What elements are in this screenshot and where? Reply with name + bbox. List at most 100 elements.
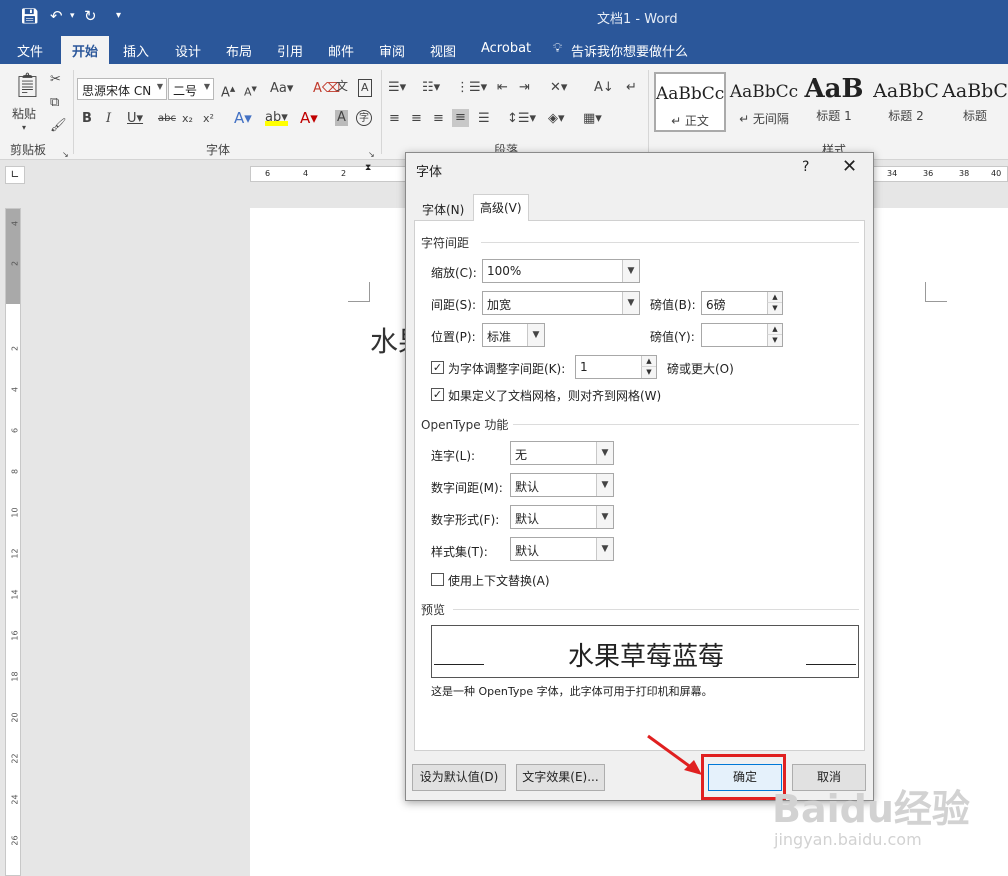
character-shading-icon[interactable]: A <box>335 110 348 126</box>
decrease-indent-icon[interactable]: ⇤ <box>497 80 508 96</box>
chevron-down-icon: ▼ <box>622 292 639 314</box>
spin-down-icon[interactable]: ▼ <box>767 303 782 314</box>
underline-icon[interactable]: U▾ <box>127 111 143 127</box>
bold-icon[interactable]: B <box>82 111 92 127</box>
undo-icon[interactable]: ↶ <box>50 7 63 25</box>
tab-mailings[interactable]: 邮件 <box>328 41 354 60</box>
ruler-tick: 6 <box>265 169 271 178</box>
tab-view[interactable]: 视图 <box>430 41 456 60</box>
justify-icon[interactable]: ≡ <box>452 109 469 127</box>
align-right-icon[interactable]: ≡ <box>433 111 444 127</box>
tell-me-search[interactable]: 告诉我你想要做什么 <box>571 41 688 60</box>
position-by-spinner[interactable]: ▲ ▼ <box>701 323 783 347</box>
help-button[interactable]: ? <box>802 159 809 175</box>
kerning-spinner[interactable]: 1 ▲ ▼ <box>575 355 657 379</box>
kerning-checkbox[interactable]: ✓ <box>431 361 444 374</box>
spacing-combo[interactable]: 加宽 ▼ <box>482 291 640 315</box>
undo-dropdown-icon[interactable]: ▾ <box>70 11 75 21</box>
spin-up-icon[interactable]: ▲ <box>641 356 656 367</box>
tab-acrobat[interactable]: Acrobat <box>481 41 531 56</box>
title-bar: 💾︎ ↶ ▾ ↻ ▾ 文档1 - Word <box>0 0 1008 34</box>
tab-review[interactable]: 审阅 <box>379 41 405 60</box>
ruler-tick: 14 <box>10 589 20 600</box>
contextual-alternates-checkbox[interactable] <box>431 573 444 586</box>
paste-icon[interactable]: 📋︎ <box>12 72 42 98</box>
tab-file[interactable]: 文件 <box>17 41 43 60</box>
increase-indent-icon[interactable]: ⇥ <box>519 80 530 96</box>
spin-up-icon[interactable]: ▲ <box>767 324 782 335</box>
style-heading-1[interactable]: AaB 标题 1 <box>798 72 870 132</box>
italic-icon[interactable]: I <box>106 111 111 127</box>
stylistic-sets-combo[interactable]: 默认 ▼ <box>510 537 614 561</box>
advanced-panel: 字符间距 缩放(C): 100% ▼ 间距(S): 加宽 ▼ 磅值(B): 6磅 ▲ ▼… <box>414 220 865 751</box>
text-effects-icon[interactable]: A▾ <box>234 110 252 126</box>
tab-design[interactable]: 设计 <box>175 41 201 60</box>
stylistic-sets-value: 默认 <box>515 544 540 558</box>
number-forms-combo[interactable]: 默认 ▼ <box>510 505 614 529</box>
enclose-characters-icon[interactable]: 字 <box>356 110 372 126</box>
vertical-ruler[interactable]: 4 2 2 4 6 8 10 12 14 16 18 20 22 24 26 <box>5 208 21 876</box>
grow-font-icon[interactable]: A▲ <box>221 81 235 101</box>
scale-combo[interactable]: 100% ▼ <box>482 259 640 283</box>
font-launcher-icon[interactable]: ↘ <box>368 147 375 163</box>
borders-icon[interactable]: ▦▾ <box>583 111 602 127</box>
cut-icon[interactable]: ✂ <box>50 72 61 88</box>
copy-icon[interactable]: ⧉ <box>50 95 59 111</box>
shrink-font-icon[interactable]: A▼ <box>244 81 257 101</box>
preview-text: 水果草莓蓝莓 <box>567 642 724 672</box>
highlight-icon[interactable]: ab▾ <box>265 110 288 126</box>
snap-to-grid-checkbox[interactable]: ✓ <box>431 388 444 401</box>
show-marks-icon[interactable]: ↵ <box>626 80 637 96</box>
sort-icon[interactable]: A↓ <box>594 80 614 96</box>
customize-quick-access-icon[interactable]: ▾ <box>116 10 121 21</box>
strikethrough-icon[interactable]: abc <box>158 111 176 127</box>
character-border-icon[interactable]: A <box>358 79 372 97</box>
save-icon[interactable]: 💾︎ <box>20 7 39 25</box>
tab-insert[interactable]: 插入 <box>123 41 149 60</box>
text-effects-button[interactable]: 文字效果(E)... <box>516 764 605 791</box>
tab-font[interactable]: 字体(N) <box>416 197 470 221</box>
spin-down-icon[interactable]: ▼ <box>767 335 782 346</box>
indent-marker-icon[interactable]: ⧗ <box>365 163 371 173</box>
subscript-icon[interactable]: x₂ <box>182 111 193 127</box>
tab-references[interactable]: 引用 <box>277 41 303 60</box>
tab-home[interactable]: 开始 <box>61 36 110 64</box>
paste-dropdown-icon[interactable]: ▾ <box>22 120 26 136</box>
font-name-combo[interactable]: 思源宋体 CN ▼ <box>77 78 167 100</box>
phonetic-guide-icon[interactable]: 文 <box>336 78 348 94</box>
number-spacing-combo[interactable]: 默认 ▼ <box>510 473 614 497</box>
spacing-value: 加宽 <box>487 298 512 312</box>
align-center-icon[interactable]: ≡ <box>411 111 422 127</box>
bullets-icon[interactable]: ☰▾ <box>388 80 406 96</box>
format-painter-icon[interactable]: 🖌︎ <box>50 118 67 134</box>
tab-selector[interactable]: ∟ <box>5 166 25 184</box>
multilevel-list-icon[interactable]: ⋮☰▾ <box>456 80 487 96</box>
set-default-button[interactable]: 设为默认值(D) <box>412 764 506 791</box>
spin-up-icon[interactable]: ▲ <box>767 292 782 303</box>
font-size-combo[interactable]: 二号 ▼ <box>168 78 214 100</box>
redo-icon[interactable]: ↻ <box>84 7 97 25</box>
line-spacing-icon[interactable]: ↕☰▾ <box>507 111 536 127</box>
clipboard-launcher-icon[interactable]: ↘ <box>62 147 69 163</box>
tab-advanced[interactable]: 高级(V) <box>473 194 529 221</box>
spacing-by-spinner[interactable]: 6磅 ▲ ▼ <box>701 291 783 315</box>
style-heading-2[interactable]: AaBbC 标题 2 <box>870 72 942 132</box>
ligatures-combo[interactable]: 无 ▼ <box>510 441 614 465</box>
style-normal[interactable]: AaBbCc ↵ 正文 <box>654 72 726 132</box>
font-color-icon[interactable]: A▾ <box>300 110 318 126</box>
shading-icon[interactable]: ◈▾ <box>548 111 565 127</box>
distributed-icon[interactable]: ☰ <box>478 111 490 127</box>
change-case-icon[interactable]: Aa▾ <box>270 81 293 97</box>
numbering-icon[interactable]: ☷▾ <box>422 80 440 96</box>
superscript-icon[interactable]: x² <box>203 111 214 127</box>
tab-layout[interactable]: 布局 <box>226 41 252 60</box>
spin-down-icon[interactable]: ▼ <box>641 367 656 378</box>
chevron-down-icon: ▼ <box>596 538 613 560</box>
close-button[interactable]: ✕ <box>842 156 857 177</box>
preview-baseline <box>806 664 856 665</box>
chinese-layout-icon[interactable]: ✕▾ <box>550 80 567 96</box>
style-title[interactable]: AaBbC 标题 <box>942 72 1008 132</box>
style-no-spacing[interactable]: AaBbCc ↵ 无间隔 <box>728 72 800 132</box>
position-combo[interactable]: 标准 ▼ <box>482 323 545 347</box>
align-left-icon[interactable]: ≡ <box>389 111 400 127</box>
